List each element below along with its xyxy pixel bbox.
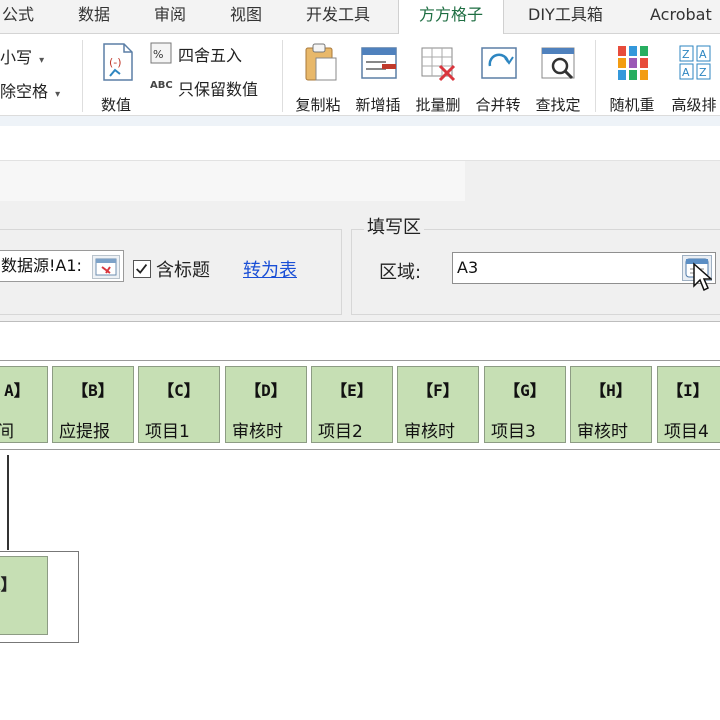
has-header-label: 含标题 — [156, 260, 210, 281]
merge-cells-icon — [481, 47, 517, 79]
delete-grid-icon — [421, 47, 456, 82]
find-locate-label: 查找定 — [535, 96, 581, 114]
round-button[interactable]: % 四舍五入 — [150, 42, 270, 66]
tab-formulas[interactable]: 公式 — [2, 0, 34, 34]
has-header-checkbox[interactable] — [133, 260, 151, 278]
advanced-sort-label: 高级排 — [671, 96, 717, 114]
tab-view[interactable]: 视图 — [230, 0, 262, 34]
field-letter: 【C】 — [158, 381, 200, 400]
field-card[interactable]: 【I】 项目4 — [657, 366, 720, 443]
tab-fangfang-gezi[interactable]: 方方格子 — [398, 0, 504, 35]
field-card[interactable]: 【H】 审核时 — [570, 366, 652, 443]
advanced-sort-button[interactable]: Z A A Z 高级排 — [662, 38, 720, 114]
field-card[interactable]: 【G】 项目3 — [484, 366, 566, 443]
document-numeric-icon: (-) — [103, 43, 133, 81]
field-name: 审核时 — [577, 422, 628, 442]
random-blocks-icon — [618, 46, 648, 80]
round-label: 四舍五入 — [178, 46, 243, 65]
field-name: 项目2 — [318, 422, 363, 442]
field-letter: 【E】 — [331, 381, 373, 400]
field-letter: A】 — [4, 381, 30, 400]
field-letter: 【G】 — [504, 381, 546, 400]
chevron-down-icon: ▾ — [55, 89, 61, 100]
region-label: 区域: — [379, 262, 422, 283]
tree-connector-line — [7, 455, 9, 550]
field-name: 间 — [0, 422, 14, 442]
find-locate-button[interactable]: 查找定 — [526, 38, 590, 114]
svg-text:Z: Z — [682, 48, 690, 61]
field-name: 审核时 — [232, 422, 283, 442]
field-name: 审核时 — [404, 422, 455, 442]
insert-rows-icon — [361, 47, 397, 79]
tab-developer[interactable]: 开发工具 — [306, 0, 370, 34]
region-input[interactable]: A3 — [452, 252, 716, 284]
mouse-cursor-icon — [693, 262, 712, 292]
clipboard-icon — [305, 43, 337, 81]
field-card[interactable]: 【D】 审核时 — [225, 366, 307, 443]
keep-values-button[interactable]: ABC 只保留数值 — [150, 76, 278, 100]
checkmark-icon — [136, 264, 148, 274]
range-select-button[interactable] — [92, 255, 120, 279]
dropped-field-card[interactable]: A】 — [0, 556, 48, 635]
lowercase-dropdown[interactable]: 小写 ▾ — [0, 44, 44, 68]
field-name: 项目1 — [145, 422, 190, 442]
svg-text:A: A — [682, 66, 690, 79]
numeric-button[interactable]: (-) 数值 — [84, 38, 148, 114]
field-card[interactable]: 【B】 应提报 — [52, 366, 134, 443]
tab-acrobat[interactable]: Acrobat — [650, 0, 712, 34]
svg-text:A: A — [699, 48, 707, 61]
abc-icon: ABC — [150, 80, 173, 91]
remove-spaces-dropdown[interactable]: 除空格 ▾ — [0, 78, 60, 102]
ribbon-tab-bar: 公式 数据 审阅 视图 开发工具 方方格子 DIY工具箱 Acrobat — [0, 0, 720, 35]
field-card[interactable]: A】 间 — [0, 366, 48, 443]
svg-text:(-): (-) — [109, 56, 122, 69]
random-button[interactable]: 随机重 — [600, 38, 664, 114]
field-letter: 【D】 — [245, 381, 287, 400]
fill-region-title: 填写区 — [364, 213, 424, 239]
dialog-header-bar — [0, 161, 465, 201]
lowercase-label: 小写 — [0, 48, 33, 67]
field-letter: 【I】 — [667, 381, 709, 400]
remove-spaces-label: 除空格 — [0, 82, 49, 101]
field-name: 应提报 — [59, 422, 110, 442]
tab-review[interactable]: 审阅 — [154, 0, 186, 34]
field-letter: 【B】 — [72, 381, 114, 400]
field-name: 项目4 — [664, 422, 709, 442]
tab-data[interactable]: 数据 — [78, 0, 110, 34]
tab-diy-toolbox[interactable]: DIY工具箱 — [528, 0, 603, 34]
keep-values-label: 只保留数值 — [178, 80, 259, 99]
sort-az-icon: Z A A Z — [679, 45, 711, 80]
field-name: 项目3 — [491, 422, 536, 442]
numeric-button-label: 数值 — [100, 96, 131, 114]
dialog-panel: 填写区 数据源!A1: — [0, 160, 720, 322]
range-picker-icon — [95, 258, 117, 276]
svg-text:Z: Z — [699, 66, 707, 79]
magnifier-icon — [541, 47, 575, 80]
field-card[interactable]: 【F】 审核时 — [397, 366, 479, 443]
field-letter: 【H】 — [590, 381, 632, 400]
field-card[interactable]: 【C】 项目1 — [138, 366, 220, 443]
field-letter: A】 — [0, 575, 17, 594]
percent-round-icon: % — [150, 42, 172, 64]
ribbon-shadow — [0, 116, 720, 126]
field-letter: 【F】 — [417, 381, 459, 400]
convert-to-table-link[interactable]: 转为表 — [243, 256, 297, 282]
ribbon-panel: 小写 ▾ 除空格 ▾ (-) 数值 % 四舍五入 ABC 只保留数值 复制粘 新… — [0, 34, 720, 116]
svg-text:%: % — [153, 48, 163, 61]
field-card[interactable]: 【E】 项目2 — [311, 366, 393, 443]
chevron-down-icon: ▾ — [39, 55, 45, 66]
